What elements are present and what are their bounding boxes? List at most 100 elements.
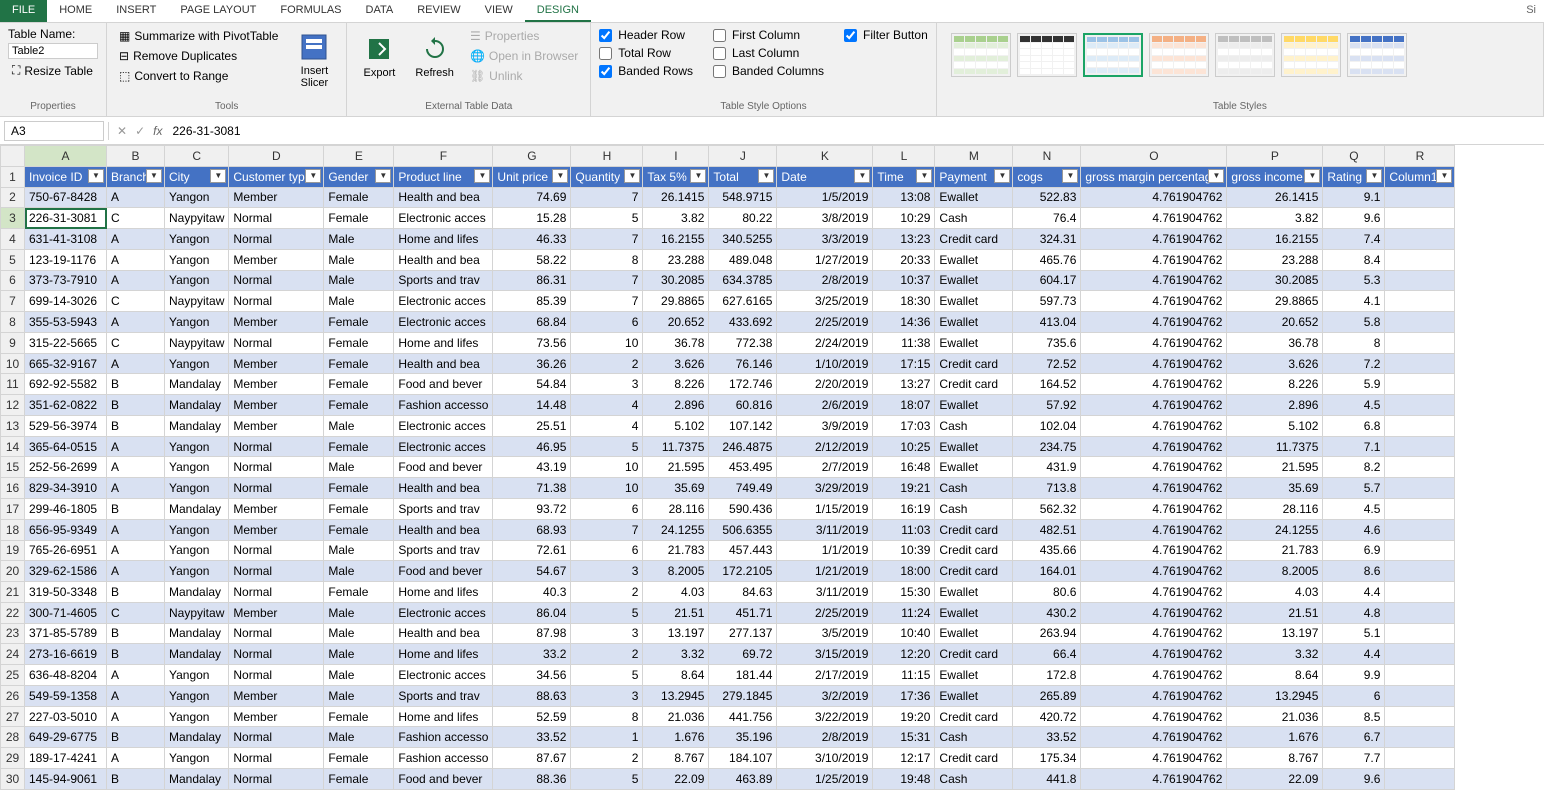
data-cell[interactable]: B [107, 768, 165, 789]
data-cell[interactable]: Mandalay [165, 582, 229, 603]
data-cell[interactable]: Normal [229, 436, 324, 457]
data-cell[interactable]: 4.761904762 [1081, 457, 1227, 478]
data-cell[interactable]: 3/10/2019 [777, 748, 873, 769]
data-cell[interactable]: 315-22-5665 [25, 332, 107, 353]
data-cell[interactable]: 4.761904762 [1081, 395, 1227, 416]
data-cell[interactable]: Normal [229, 270, 324, 291]
data-cell[interactable]: 11.7375 [643, 436, 709, 457]
filter-dropdown-icon[interactable]: ▼ [474, 169, 490, 183]
table-style-swatch[interactable] [1347, 33, 1407, 77]
data-cell[interactable]: 692-92-5582 [25, 374, 107, 395]
data-cell[interactable]: 4.761904762 [1081, 561, 1227, 582]
row-header[interactable]: 2 [1, 187, 25, 208]
data-cell[interactable]: 441.8 [1013, 768, 1081, 789]
data-cell[interactable]: 2/6/2019 [777, 395, 873, 416]
data-cell[interactable]: 6 [1323, 685, 1385, 706]
data-cell[interactable]: A [107, 561, 165, 582]
data-cell[interactable]: Female [324, 353, 394, 374]
data-cell[interactable]: 3/15/2019 [777, 644, 873, 665]
data-cell[interactable]: 9.6 [1323, 208, 1385, 229]
data-cell[interactable]: Ewallet [935, 436, 1013, 457]
data-cell[interactable]: 175.34 [1013, 748, 1081, 769]
data-cell[interactable]: Mandalay [165, 374, 229, 395]
data-cell[interactable]: 489.048 [709, 249, 777, 270]
data-cell[interactable]: Naypyitaw [165, 208, 229, 229]
data-cell[interactable]: Female [324, 519, 394, 540]
data-cell[interactable]: 35.196 [709, 727, 777, 748]
data-cell[interactable]: 636-48-8204 [25, 665, 107, 686]
data-cell[interactable] [1385, 395, 1455, 416]
data-cell[interactable]: Mandalay [165, 415, 229, 436]
banded-rows-check[interactable]: Banded Rows [599, 63, 693, 79]
data-cell[interactable]: Normal [229, 291, 324, 312]
data-cell[interactable] [1385, 312, 1455, 333]
data-cell[interactable]: 35.69 [643, 478, 709, 499]
data-cell[interactable]: 85.39 [493, 291, 571, 312]
column-header[interactable]: E [324, 146, 394, 167]
filter-dropdown-icon[interactable]: ▼ [375, 169, 391, 183]
row-header[interactable]: 26 [1, 685, 25, 706]
data-cell[interactable]: 4.1 [1323, 291, 1385, 312]
table-style-swatch[interactable] [1083, 33, 1143, 77]
column-header[interactable]: Q [1323, 146, 1385, 167]
data-cell[interactable]: 58.22 [493, 249, 571, 270]
data-cell[interactable]: 16.2155 [643, 229, 709, 250]
data-cell[interactable]: 631-41-3108 [25, 229, 107, 250]
data-cell[interactable]: A [107, 353, 165, 374]
table-header-cell[interactable]: Product line▼ [394, 166, 493, 187]
data-cell[interactable]: 5.1 [1323, 623, 1385, 644]
data-cell[interactable]: Yangon [165, 540, 229, 561]
data-cell[interactable]: Cash [935, 208, 1013, 229]
table-header-cell[interactable]: Branch▼ [107, 166, 165, 187]
data-cell[interactable]: 829-34-3910 [25, 478, 107, 499]
column-header[interactable]: G [493, 146, 571, 167]
data-cell[interactable]: 2.896 [1227, 395, 1323, 416]
menu-home[interactable]: HOME [47, 0, 104, 22]
data-cell[interactable]: 52.59 [493, 706, 571, 727]
data-cell[interactable]: 4.761904762 [1081, 291, 1227, 312]
row-header[interactable]: 20 [1, 561, 25, 582]
data-cell[interactable]: 765-26-6951 [25, 540, 107, 561]
data-cell[interactable]: Ewallet [935, 291, 1013, 312]
data-cell[interactable]: 13:08 [873, 187, 935, 208]
data-cell[interactable]: 10:39 [873, 540, 935, 561]
data-cell[interactable]: Member [229, 312, 324, 333]
formula-input[interactable] [170, 122, 1536, 140]
data-cell[interactable] [1385, 415, 1455, 436]
data-cell[interactable]: Member [229, 685, 324, 706]
data-cell[interactable]: 431.9 [1013, 457, 1081, 478]
table-header-cell[interactable]: Invoice ID▼ [25, 166, 107, 187]
data-cell[interactable]: 4.761904762 [1081, 768, 1227, 789]
row-header[interactable]: 5 [1, 249, 25, 270]
data-cell[interactable]: Health and bea [394, 249, 493, 270]
data-cell[interactable]: Normal [229, 748, 324, 769]
data-cell[interactable]: 3/25/2019 [777, 291, 873, 312]
data-cell[interactable]: 20.652 [643, 312, 709, 333]
data-cell[interactable]: 3 [571, 685, 643, 706]
filter-dropdown-icon[interactable]: ▼ [1436, 169, 1452, 183]
row-header[interactable]: 16 [1, 478, 25, 499]
data-cell[interactable]: 7.7 [1323, 748, 1385, 769]
data-cell[interactable]: 13:23 [873, 229, 935, 250]
row-header[interactable]: 14 [1, 436, 25, 457]
row-header[interactable]: 24 [1, 644, 25, 665]
data-cell[interactable]: Naypyitaw [165, 291, 229, 312]
data-cell[interactable]: Female [324, 478, 394, 499]
data-cell[interactable]: Credit card [935, 748, 1013, 769]
table-header-cell[interactable]: gross income▼ [1227, 166, 1323, 187]
data-cell[interactable]: 8.226 [1227, 374, 1323, 395]
data-cell[interactable] [1385, 229, 1455, 250]
data-cell[interactable] [1385, 602, 1455, 623]
data-cell[interactable]: 15:31 [873, 727, 935, 748]
data-cell[interactable]: Health and bea [394, 353, 493, 374]
data-cell[interactable]: Normal [229, 561, 324, 582]
data-cell[interactable] [1385, 291, 1455, 312]
data-cell[interactable]: 2 [571, 644, 643, 665]
data-cell[interactable]: 57.92 [1013, 395, 1081, 416]
data-cell[interactable]: 5.102 [643, 415, 709, 436]
data-cell[interactable]: Cash [935, 478, 1013, 499]
row-header[interactable]: 6 [1, 270, 25, 291]
data-cell[interactable]: 355-53-5943 [25, 312, 107, 333]
data-cell[interactable]: Home and lifes [394, 582, 493, 603]
data-cell[interactable]: 12:17 [873, 748, 935, 769]
